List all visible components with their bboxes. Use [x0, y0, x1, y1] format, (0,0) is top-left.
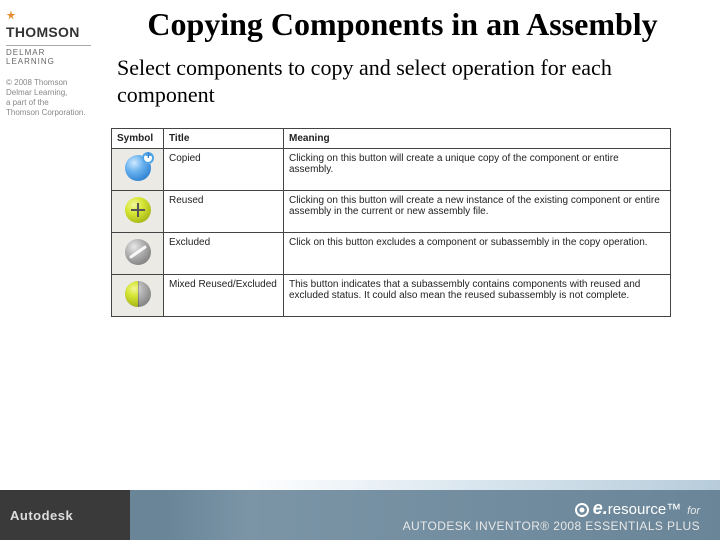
- table-header-row: Symbol Title Meaning: [112, 129, 671, 149]
- title-cell: Mixed Reused/Excluded: [164, 275, 284, 317]
- mixed-icon: [125, 281, 151, 307]
- target-icon: [575, 503, 589, 517]
- title-cell: Copied: [164, 149, 284, 191]
- copyright-line: a part of the: [6, 98, 91, 108]
- title-cell: Excluded: [164, 233, 284, 275]
- brand-subline: DELMAR LEARNING: [6, 48, 91, 66]
- copyright-line: © 2008 Thomson: [6, 78, 91, 88]
- table-row: Reused Clicking on this button will crea…: [112, 191, 671, 233]
- table-row: Copied Clicking on this button will crea…: [112, 149, 671, 191]
- page-subtitle: Select components to copy and select ope…: [103, 55, 702, 109]
- symbol-cell: [112, 149, 164, 191]
- eresource-logo: e.resource™ for: [575, 498, 700, 519]
- copyright-line: Delmar Learning,: [6, 88, 91, 98]
- footer-strip: Autodesk e.resource™ for AUTODESK INVENTO…: [0, 480, 720, 540]
- star-icon: [6, 10, 16, 20]
- eresource-tm: ™: [666, 501, 681, 518]
- autodesk-logo: Autodesk: [0, 490, 130, 540]
- footer-edge: [0, 480, 720, 490]
- eresource-prefix: e.: [593, 498, 608, 518]
- table-row: Mixed Reused/Excluded This button indica…: [112, 275, 671, 317]
- footer-bar: Autodesk e.resource™ for AUTODESK INVENTO…: [0, 490, 720, 540]
- symbol-cell: [112, 275, 164, 317]
- brand-divider: [6, 45, 91, 46]
- col-header-symbol: Symbol: [112, 129, 164, 149]
- symbols-table: Symbol Title Meaning Copied Clicking on …: [111, 128, 671, 317]
- eresource-for: for: [687, 505, 700, 517]
- main-content: Copying Components in an Assembly Select…: [95, 0, 720, 480]
- product-block: e.resource™ for AUTODESK INVENTOR® 2008 E…: [130, 490, 720, 540]
- col-header-title: Title: [164, 129, 284, 149]
- symbol-cell: [112, 233, 164, 275]
- brand-name: THOMSON: [6, 24, 80, 40]
- title-cell: Reused: [164, 191, 284, 233]
- eresource-word: resource: [608, 501, 666, 518]
- copied-icon: [125, 155, 151, 181]
- symbol-cell: [112, 191, 164, 233]
- meaning-cell: Click on this button excludes a componen…: [284, 233, 671, 275]
- col-header-meaning: Meaning: [284, 129, 671, 149]
- copyright-line: Thomson Corporation.: [6, 108, 91, 118]
- excluded-icon: [125, 239, 151, 265]
- copyright-text: © 2008 Thomson Delmar Learning, a part o…: [0, 70, 95, 118]
- meaning-cell: Clicking on this button will create a ne…: [284, 191, 671, 233]
- meaning-cell: This button indicates that a subassembly…: [284, 275, 671, 317]
- thomson-logo: THOMSON DELMAR LEARNING: [0, 0, 95, 70]
- product-line: AUTODESK INVENTOR® 2008 ESSENTIALS PLUS: [403, 519, 700, 533]
- page-title: Copying Components in an Assembly: [103, 6, 702, 43]
- table-row: Excluded Click on this button excludes a…: [112, 233, 671, 275]
- brand-sidebar: THOMSON DELMAR LEARNING © 2008 Thomson D…: [0, 0, 95, 480]
- reused-icon: [125, 197, 151, 223]
- meaning-cell: Clicking on this button will create a un…: [284, 149, 671, 191]
